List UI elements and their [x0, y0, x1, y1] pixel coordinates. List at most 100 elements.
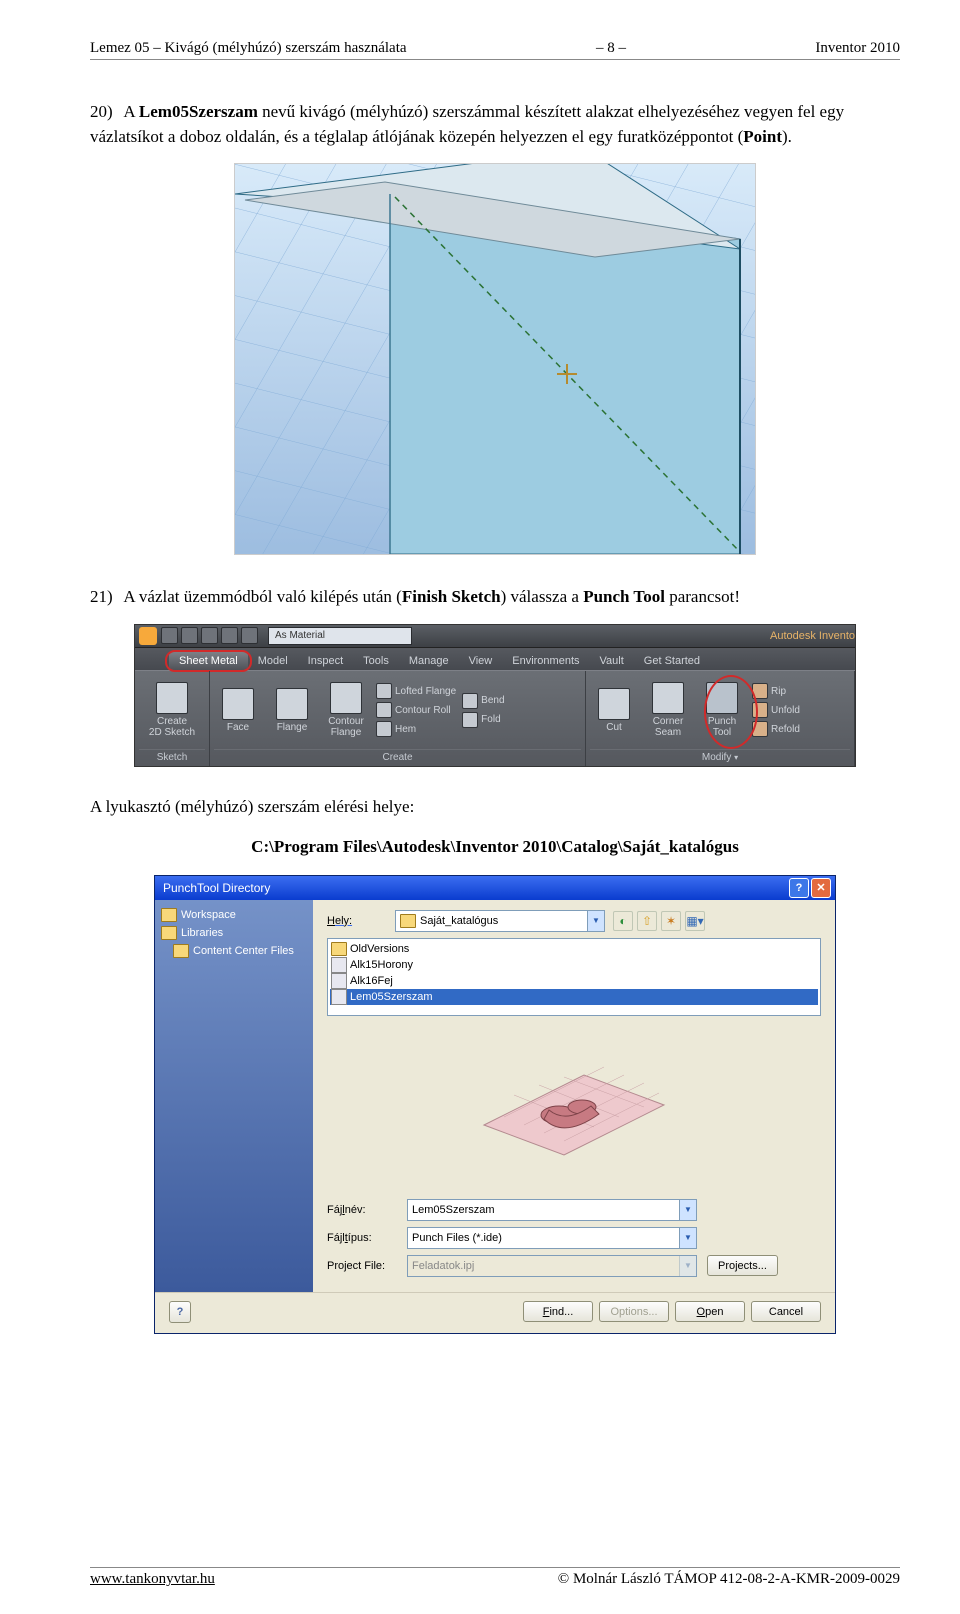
list-item[interactable]: Alk16Fej: [330, 973, 818, 989]
panel-create: Face Flange Contour Flange Lofted Flange…: [210, 671, 586, 766]
app-menu-icon[interactable]: [139, 627, 157, 645]
btn-label: Contour Roll: [395, 705, 451, 716]
project-label: Project File:: [327, 1260, 397, 1272]
contour-flange-button[interactable]: Contour Flange: [322, 682, 370, 738]
appearance-combo[interactable]: As Material: [268, 627, 412, 645]
options-button: Options...: [599, 1301, 669, 1322]
look-in-combo[interactable]: Saját_katalógus ▼: [395, 910, 605, 932]
create-2d-sketch-button[interactable]: Create 2D Sketch: [148, 682, 196, 738]
projects-button[interactable]: Projects...: [707, 1255, 778, 1276]
flange-icon: [276, 688, 308, 720]
tab-get-started[interactable]: Get Started: [634, 652, 710, 670]
close-button[interactable]: ✕: [811, 878, 831, 898]
lofted-flange-button[interactable]: Lofted Flange: [376, 683, 456, 699]
filename: Alk15Horony: [350, 959, 413, 971]
qat-button[interactable]: [161, 627, 178, 644]
unfold-button[interactable]: Unfold: [752, 702, 800, 718]
help-icon[interactable]: ?: [169, 1301, 191, 1323]
cancel-button[interactable]: Cancel: [751, 1301, 821, 1322]
qat-button[interactable]: [241, 627, 258, 644]
footer-right: © Molnár László TÁMOP 412-08-2-A-KMR-200…: [558, 1571, 900, 1588]
sidebar-content-center-files[interactable]: Content Center Files: [159, 942, 309, 960]
rip-button[interactable]: Rip: [752, 683, 800, 699]
tab-label: Manage: [409, 655, 449, 667]
bend-button[interactable]: Bend: [462, 693, 504, 709]
btn-label: Corner Seam: [653, 716, 684, 738]
filetype-row: Fájltípus: Punch Files (*.ide) ▼: [327, 1227, 821, 1249]
page-header: Lemez 05 – Kivágó (mélyhúzó) szerszám ha…: [90, 40, 900, 60]
panel-modify: Cut Corner Seam Punch Tool Rip Unfold Re…: [586, 671, 855, 766]
dialog-titlebar[interactable]: PunchTool Directory ? ✕: [155, 876, 835, 900]
cut-button[interactable]: Cut: [590, 688, 638, 733]
tab-manage[interactable]: Manage: [399, 652, 459, 670]
ide-file-icon: [331, 973, 347, 989]
hem-button[interactable]: Hem: [376, 721, 456, 737]
qat-button[interactable]: [221, 627, 238, 644]
list-item[interactable]: OldVersions: [330, 941, 818, 957]
btn-label: Flange: [277, 722, 308, 733]
tab-label: Inspect: [308, 655, 343, 667]
filetype-label: Fájltípus:: [327, 1232, 397, 1244]
flange-button[interactable]: Flange: [268, 688, 316, 733]
list-item-selected[interactable]: Lem05Szerszam: [330, 989, 818, 1005]
up-button[interactable]: ⇧: [637, 911, 657, 931]
contour-roll-button[interactable]: Contour Roll: [376, 702, 456, 718]
dialog-main: Hely: Saját_katalógus ▼ ◐ ⇧ ✶ ▦▾ OldVers…: [313, 900, 835, 1292]
chevron-down-icon[interactable]: ▼: [679, 1228, 696, 1248]
qat-button[interactable]: [201, 627, 218, 644]
chevron-down-icon[interactable]: ▼: [679, 1200, 696, 1220]
face-button[interactable]: Face: [214, 688, 262, 733]
tab-view[interactable]: View: [459, 652, 503, 670]
tab-inspect[interactable]: Inspect: [298, 652, 353, 670]
btn-label: Rip: [771, 686, 786, 697]
fold-button[interactable]: Fold: [462, 712, 504, 728]
qat-button[interactable]: [181, 627, 198, 644]
new-folder-button[interactable]: ✶: [661, 911, 681, 931]
help-button[interactable]: ?: [789, 878, 809, 898]
tab-label: Tools: [363, 655, 389, 667]
file-list[interactable]: OldVersions Alk15Horony Alk16Fej Lem05Sz…: [327, 938, 821, 1016]
footer-link[interactable]: www.tankonyvtar.hu: [90, 1571, 215, 1587]
paragraph-20: 20) A Lem05Szerszam nevű kivágó (mélyhúz…: [90, 100, 900, 149]
sidebar-workspace[interactable]: Workspace: [159, 906, 309, 924]
text: A vázlat üzemmódból való kilépés után (: [123, 587, 402, 606]
list-number: 21): [90, 585, 120, 610]
quick-access-toolbar: [161, 627, 258, 644]
tab-model[interactable]: Model: [248, 652, 298, 670]
views-button[interactable]: ▦▾: [685, 911, 705, 931]
sidebar-libraries[interactable]: Libraries: [159, 924, 309, 942]
btn-label: Cut: [606, 722, 622, 733]
tab-vault[interactable]: Vault: [590, 652, 634, 670]
btn-label: Fold: [481, 714, 500, 725]
header-right: Inventor 2010: [815, 40, 900, 57]
filename-combo[interactable]: Lem05Szerszam ▼: [407, 1199, 697, 1221]
back-button[interactable]: ◐: [613, 911, 633, 931]
corner-seam-icon: [652, 682, 684, 714]
hem-icon: [376, 721, 392, 737]
filetype-combo[interactable]: Punch Files (*.ide) ▼: [407, 1227, 697, 1249]
ribbon-panels: Create 2D Sketch Sketch Face Flange Cont…: [135, 670, 855, 766]
find-button[interactable]: Find...: [523, 1301, 593, 1322]
look-in-row: Hely: Saját_katalógus ▼ ◐ ⇧ ✶ ▦▾: [327, 910, 821, 932]
path-intro-text: A lyukasztó (mélyhúzó) szerszám elérési …: [90, 795, 900, 820]
refold-button[interactable]: Refold: [752, 721, 800, 737]
label: Libraries: [181, 927, 223, 939]
label: Content Center Files: [193, 945, 294, 957]
open-button[interactable]: Open: [675, 1301, 745, 1322]
header-page-number: – 8 –: [596, 40, 626, 57]
tab-label: Environments: [512, 655, 579, 667]
panel-title: Create: [214, 749, 581, 763]
punchtool-directory-dialog: PunchTool Directory ? ✕ Workspace Librar…: [154, 875, 836, 1334]
look-in-label: Hely:: [327, 915, 387, 927]
chevron-down-icon[interactable]: ▼: [587, 911, 604, 931]
tab-label: Get Started: [644, 655, 700, 667]
corner-seam-button[interactable]: Corner Seam: [644, 682, 692, 738]
btn-label: Face: [227, 722, 249, 733]
text: A: [123, 102, 139, 121]
dialog-sidebar: Workspace Libraries Content Center Files: [155, 900, 313, 1292]
tab-sheet-metal[interactable]: Sheet Metal: [169, 652, 248, 670]
tab-environments[interactable]: Environments: [502, 652, 589, 670]
panel-sketch: Create 2D Sketch Sketch: [135, 671, 210, 766]
tab-tools[interactable]: Tools: [353, 652, 399, 670]
list-item[interactable]: Alk15Horony: [330, 957, 818, 973]
